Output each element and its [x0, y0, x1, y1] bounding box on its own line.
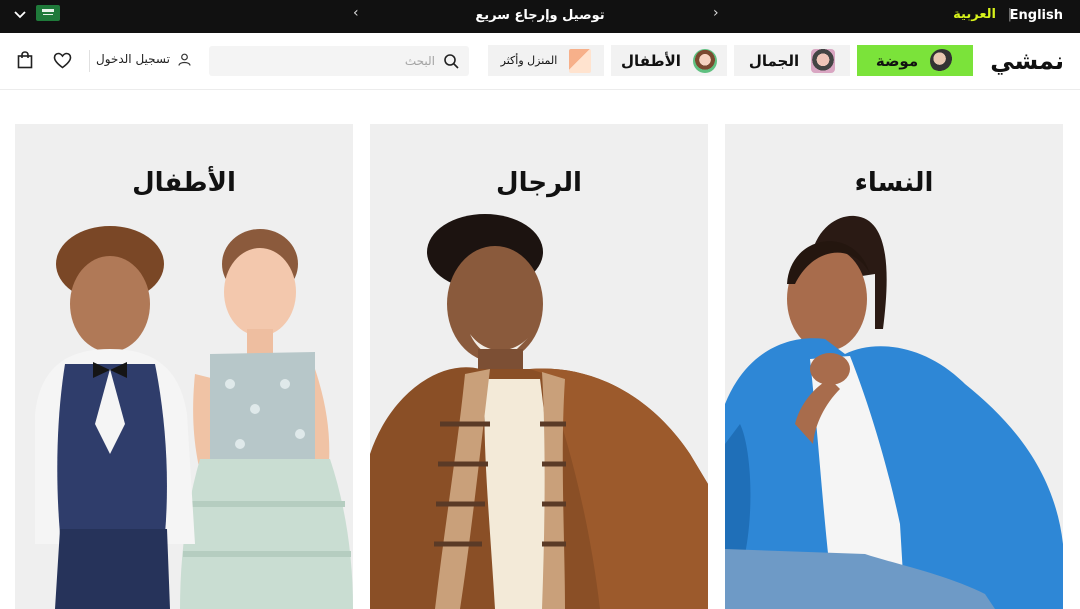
category-beauty-label: الجمال — [748, 51, 800, 70]
top-announcement-bar: English | العربية › توصيل وإرجاع سريع ‹ — [0, 0, 1080, 33]
search-icon — [444, 54, 459, 69]
women-category-card[interactable]: النساء — [725, 124, 1063, 609]
search-input[interactable]: البحث — [209, 46, 469, 76]
beauty-thumbnail-icon — [811, 48, 836, 73]
search-placeholder: البحث — [404, 54, 435, 68]
promo-text: توصيل وإرجاع سريع — [475, 8, 605, 23]
shopping-bag-icon[interactable] — [17, 51, 33, 69]
women-card-title: النساء — [854, 168, 934, 198]
kids-card-title: الأطفال — [132, 168, 236, 198]
fashion-thumbnail-icon — [930, 48, 955, 73]
saudi-flag-icon[interactable] — [36, 5, 60, 21]
login-label: تسجيل الدخول — [96, 52, 170, 66]
kids-category-card[interactable]: الأطفال — [15, 124, 353, 609]
men-card-title: الرجال — [496, 168, 582, 198]
category-fashion-button[interactable]: موضة — [857, 45, 973, 76]
chevron-down-icon[interactable] — [14, 7, 26, 21]
home-thumbnail-icon — [569, 48, 592, 73]
login-button[interactable]: تسجيل الدخول — [96, 52, 191, 66]
kids-thumbnail-icon — [692, 48, 717, 73]
nav-divider — [89, 50, 90, 72]
wishlist-heart-icon[interactable] — [53, 52, 72, 69]
user-icon — [178, 53, 191, 66]
category-kids-label: الأطفال — [621, 51, 681, 70]
category-fashion-label: موضة — [875, 51, 919, 70]
category-home-button[interactable]: المنزل وأكثر — [488, 45, 604, 76]
language-arabic-link[interactable]: العربية — [953, 7, 996, 22]
promo-prev-arrow-icon[interactable]: ‹ — [353, 5, 359, 21]
category-home-label: المنزل وأكثر — [500, 54, 558, 67]
main-nav: نمشي موضة الجمال الأطفال المنزل وأكثر ال… — [0, 33, 1080, 90]
namshi-logo[interactable]: نمشي — [990, 47, 1065, 75]
language-separator: | — [1007, 7, 1012, 22]
language-english-link[interactable]: English — [1010, 8, 1063, 23]
category-kids-button[interactable]: الأطفال — [611, 45, 727, 76]
promo-next-arrow-icon[interactable]: › — [713, 5, 719, 21]
category-beauty-button[interactable]: الجمال — [734, 45, 850, 76]
men-category-card[interactable]: الرجال — [370, 124, 708, 609]
